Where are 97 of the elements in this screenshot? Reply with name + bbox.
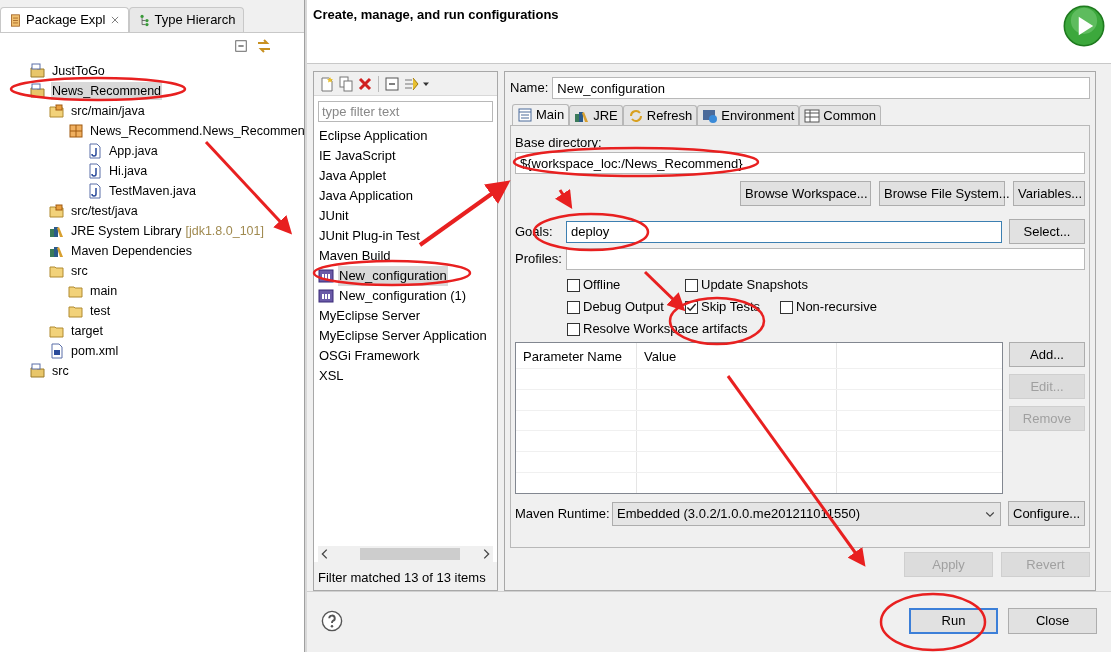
tab[interactable]: JRE (569, 105, 623, 125)
filter-field[interactable]: type filter text (318, 101, 493, 122)
environment-icon (702, 107, 719, 124)
profiles-field[interactable] (566, 248, 1085, 270)
tab[interactable]: Common (799, 105, 881, 125)
checkbox[interactable] (780, 300, 793, 314)
annotation-arrow (554, 189, 573, 210)
checkbox[interactable] (567, 322, 580, 336)
field-label: Name: (510, 79, 549, 98)
hierarchy-icon (137, 13, 151, 27)
checkbox[interactable] (567, 278, 580, 292)
refresh-icon (627, 107, 644, 124)
configuration-item[interactable]: OSGi Framework (318, 346, 421, 366)
button[interactable]: Configure... (1008, 501, 1085, 526)
folder-icon (49, 263, 65, 279)
configuration-item[interactable]: Maven Build (318, 246, 392, 266)
package-icon (68, 123, 84, 139)
configuration-item[interactable]: JUnit (318, 206, 350, 226)
tree-item[interactable]: pom.xml (70, 341, 120, 361)
configuration-item[interactable]: Eclipse Application (318, 126, 429, 146)
view-tab[interactable]: Package Expl (0, 7, 129, 32)
view-tab[interactable]: Type Hierarch (128, 7, 245, 32)
field-label: Profiles: (515, 250, 562, 269)
tree-item[interactable]: JustToGo (51, 61, 106, 81)
configuration-item[interactable]: New_configuration (1) (338, 286, 468, 306)
field-label: Maven Runtime: (515, 504, 608, 523)
tree-item[interactable]: src (51, 361, 70, 381)
xml-file-icon (49, 343, 65, 359)
button[interactable]: Select... (1009, 219, 1085, 244)
name-field[interactable]: New_configuration (552, 77, 1090, 99)
folder-icon (49, 323, 65, 339)
new-configuration-icon (319, 75, 335, 92)
maven-icon (318, 288, 334, 304)
configuration-item[interactable]: MyEclipse Server Application (318, 326, 488, 346)
button[interactable]: Close (1008, 607, 1097, 634)
link-with-editor-icon (256, 38, 272, 54)
collapse-all-icon (384, 75, 400, 92)
package-folder-icon (49, 103, 65, 119)
tree-item[interactable]: Hi.java (108, 161, 149, 181)
tree-item[interactable]: TestMaven.java (108, 181, 197, 201)
help-icon (321, 609, 343, 632)
button[interactable]: Variables... (1013, 181, 1085, 206)
tree-item[interactable]: News_Recommend.News_Recommen (89, 121, 304, 141)
tree-item[interactable]: Maven Dependencies (70, 241, 193, 261)
document-icon (517, 107, 533, 123)
checkbox[interactable] (567, 300, 580, 314)
tree-item[interactable]: test (89, 301, 112, 321)
package-folder-icon (49, 203, 65, 219)
dialog-title: Create, manage, and run configurations (313, 6, 559, 24)
folder-icon (68, 303, 84, 319)
tab[interactable]: Refresh (622, 105, 698, 125)
tree-item[interactable]: main (89, 281, 119, 301)
horizontal-scrollbar[interactable] (318, 546, 493, 562)
checkbox-label: Offline (583, 276, 621, 295)
duplicate-icon (338, 75, 354, 92)
tab[interactable]: Environment (697, 105, 800, 125)
checkbox[interactable] (685, 278, 698, 292)
field-label: Base directory: (515, 134, 603, 151)
configuration-item[interactable]: XSL (318, 366, 345, 386)
button[interactable]: Add... (1009, 342, 1085, 367)
delete-icon (357, 75, 373, 92)
base-directory-field[interactable]: ${workspace_loc:/News_Recommend} (515, 152, 1085, 174)
table-icon (804, 107, 821, 124)
tree-item[interactable]: JRE System Library (70, 221, 183, 241)
column-header: Value (637, 343, 837, 368)
filter-status: Filter matched 13 of 13 items (314, 562, 497, 590)
project-folder-icon (30, 63, 46, 79)
button[interactable]: Run (909, 607, 998, 634)
tree-item-decoration: [jdk1.8.0_101] (185, 222, 264, 240)
column-header: Parameter Name (516, 343, 637, 368)
folder-icon (68, 283, 84, 299)
tree-item[interactable]: src/main/java (70, 101, 146, 121)
java-file-icon (87, 143, 103, 159)
tree-item[interactable]: target (70, 321, 104, 341)
filter-icon (403, 75, 419, 92)
checkbox-label: Non-recursive (796, 298, 877, 317)
tree-item[interactable]: src (70, 261, 89, 281)
package-explorer-icon (9, 13, 22, 27)
java-file-icon (87, 183, 103, 199)
configuration-item[interactable]: Java Applet (318, 166, 388, 186)
checkbox-label: Update Snapshots (701, 276, 808, 295)
tree-item[interactable]: src/test/java (70, 201, 139, 221)
checkbox-label: Debug Output (583, 298, 664, 317)
tree-item[interactable]: App.java (108, 141, 159, 161)
java-file-icon (87, 163, 103, 179)
configuration-item[interactable]: Java Application (318, 186, 414, 206)
configuration-item[interactable]: JUnit Plug-in Test (318, 226, 421, 246)
project-folder-icon (30, 83, 46, 99)
configuration-item[interactable]: IE JavaScript (318, 146, 397, 166)
project-folder-icon (30, 363, 46, 379)
checkmark-icon (686, 301, 697, 313)
goals-field[interactable]: deploy (566, 220, 1002, 243)
tab[interactable]: Main (512, 104, 570, 125)
collapse-all-icon (234, 39, 248, 53)
configuration-item[interactable]: MyEclipse Server (318, 306, 422, 326)
run-icon (1063, 5, 1105, 47)
button[interactable]: Browse Workspace... (740, 181, 871, 206)
